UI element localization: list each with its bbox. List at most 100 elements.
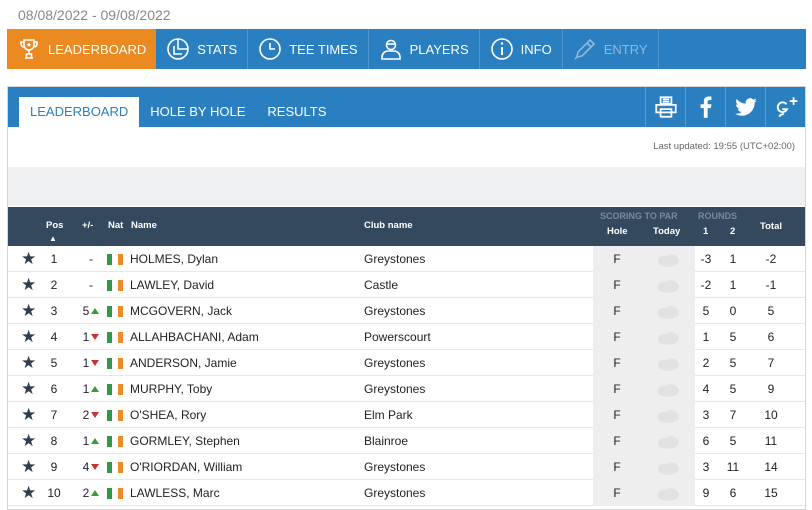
round-1-score: -3 [700, 252, 712, 266]
table-row[interactable]: ★ 8 1 GORMLEY, Stephen Blainroe F 6 5 11 [8, 428, 805, 454]
position: 3 [50, 304, 58, 318]
col-pos[interactable]: Pos [46, 220, 63, 231]
round-1-score: 1 [702, 330, 710, 344]
favorite-star-icon[interactable]: ★ [21, 454, 36, 480]
table-header: Pos ▲ +/- Nat Name Club name SCORING TO … [8, 207, 805, 246]
print-icon[interactable] [645, 87, 685, 127]
favorite-star-icon[interactable]: ★ [21, 428, 36, 454]
club-name: Powerscourt [364, 330, 431, 344]
col-hole: Hole [607, 226, 628, 237]
position: 8 [50, 434, 58, 448]
table-row[interactable]: ★ 4 1 ALLAHBACHANI, Adam Powerscourt F 1 5 6 [8, 324, 805, 350]
today-placeholder [655, 407, 681, 423]
google-plus-icon[interactable] [765, 87, 805, 127]
movement-value: 1 [82, 434, 90, 448]
info-icon [490, 37, 514, 61]
player-name[interactable]: HOLMES, Dylan [130, 246, 218, 272]
club-name: Greystones [364, 252, 426, 266]
player-name[interactable]: MURPHY, Toby [130, 376, 212, 402]
round-1-score: 5 [702, 304, 710, 318]
arrow-down-icon [91, 464, 100, 470]
table-row[interactable]: ★ 6 1 MURPHY, Toby Greystones F 4 5 9 [8, 376, 805, 402]
round-1-score: 3 [702, 408, 710, 422]
player-name[interactable]: ANDERSON, Jamie [130, 350, 237, 376]
player-name[interactable]: O'RIORDAN, William [130, 454, 242, 480]
movement: 5 [76, 298, 106, 324]
nav-label: STATS [197, 41, 238, 57]
nav-players[interactable]: PLAYERS [369, 29, 480, 69]
main-nav: LEADERBOARD STATS TEE TIMES PLAYERS INFO… [7, 29, 806, 69]
favorite-star-icon[interactable]: ★ [21, 402, 36, 428]
movement: 1 [76, 324, 106, 350]
table-row[interactable]: ★ 1 - HOLMES, Dylan Greystones F -3 1 -2 [8, 246, 805, 272]
table-row[interactable]: ★ 3 5 MCGOVERN, Jack Greystones F 5 0 5 [8, 298, 805, 324]
total-score: 15 [764, 486, 778, 500]
flag-ireland-icon [107, 384, 123, 395]
round-2-score: 7 [729, 408, 737, 422]
round-2-score: 5 [729, 382, 737, 396]
nav-leaderboard[interactable]: LEADERBOARD [7, 29, 157, 69]
movement-value: 1 [82, 356, 90, 370]
nav-tee-times[interactable]: TEE TIMES [248, 29, 369, 69]
movement-value: 5 [82, 304, 90, 318]
nav-entry: ENTRY [563, 29, 659, 69]
table-row[interactable]: ★ 7 2 O'SHEA, Rory Elm Park F 3 7 10 [8, 402, 805, 428]
favorite-star-icon[interactable]: ★ [21, 298, 36, 324]
twitter-icon[interactable] [725, 87, 765, 127]
round-1-score: 6 [702, 434, 710, 448]
trophy-icon [17, 37, 41, 61]
position: 4 [50, 330, 58, 344]
col-name: Name [131, 220, 157, 231]
tab-results[interactable]: RESULTS [256, 97, 337, 127]
today-placeholder [655, 433, 681, 449]
round-2-score: 1 [729, 252, 737, 266]
tab-hole-by-hole[interactable]: HOLE BY HOLE [139, 97, 256, 127]
position: 2 [50, 278, 58, 292]
player-name[interactable]: ALLAHBACHANI, Adam [130, 324, 259, 350]
pie-chart-icon [166, 37, 190, 61]
favorite-star-icon[interactable]: ★ [21, 246, 36, 272]
player-name[interactable]: LAWLESS, Marc [130, 480, 220, 506]
today-placeholder [655, 303, 681, 319]
group-scoring: SCORING TO PAR [600, 211, 678, 221]
facebook-icon[interactable] [685, 87, 725, 127]
favorite-star-icon[interactable]: ★ [21, 272, 36, 298]
player-name[interactable]: O'SHEA, Rory [130, 402, 206, 428]
player-name[interactable]: LAWLEY, David [130, 272, 214, 298]
position: 6 [50, 382, 58, 396]
hole: F [613, 382, 621, 396]
favorite-star-icon[interactable]: ★ [21, 376, 36, 402]
col-nat: Nat [108, 220, 124, 231]
total-score: 7 [767, 356, 775, 370]
leaderboard-rows: ★ 1 - HOLMES, Dylan Greystones F -3 1 -2 ★ 2 - LAWLE… [8, 246, 805, 506]
favorite-star-icon[interactable]: ★ [21, 480, 36, 506]
tab-leaderboard[interactable]: LEADERBOARD [19, 97, 140, 127]
today-placeholder [655, 355, 681, 371]
round-2-score: 1 [729, 278, 737, 292]
movement: 2 [76, 480, 106, 506]
movement-value: 2 [82, 486, 90, 500]
table-row[interactable]: ★ 9 4 O'RIORDAN, William Greystones F 3 11 14 [8, 454, 805, 480]
player-name[interactable]: MCGOVERN, Jack [130, 298, 232, 324]
today-placeholder [655, 329, 681, 345]
nav-label: INFO [520, 41, 552, 57]
table-row[interactable]: ★ 2 - LAWLEY, David Castle F -2 1 -1 [8, 272, 805, 298]
movement-value: 1 [82, 330, 90, 344]
nav-info[interactable]: INFO [480, 29, 563, 69]
hole: F [613, 434, 621, 448]
arrow-down-icon [91, 334, 100, 340]
flag-ireland-icon [107, 280, 123, 291]
banner-area [8, 167, 805, 206]
player-name[interactable]: GORMLEY, Stephen [130, 428, 240, 454]
round-2-score: 5 [729, 356, 737, 370]
movement-value: - [89, 278, 93, 292]
table-row[interactable]: ★ 5 1 ANDERSON, Jamie Greystones F 2 5 7 [8, 350, 805, 376]
hole: F [613, 278, 621, 292]
nav-stats[interactable]: STATS [156, 29, 249, 69]
table-row[interactable]: ★ 10 2 LAWLESS, Marc Greystones F 9 6 15 [8, 480, 805, 506]
last-updated: Last updated: 19:55 (UTC+02:00) [653, 141, 795, 152]
favorite-star-icon[interactable]: ★ [21, 324, 36, 350]
club-name: Greystones [364, 460, 426, 474]
favorite-star-icon[interactable]: ★ [21, 350, 36, 376]
movement: 4 [76, 454, 106, 480]
